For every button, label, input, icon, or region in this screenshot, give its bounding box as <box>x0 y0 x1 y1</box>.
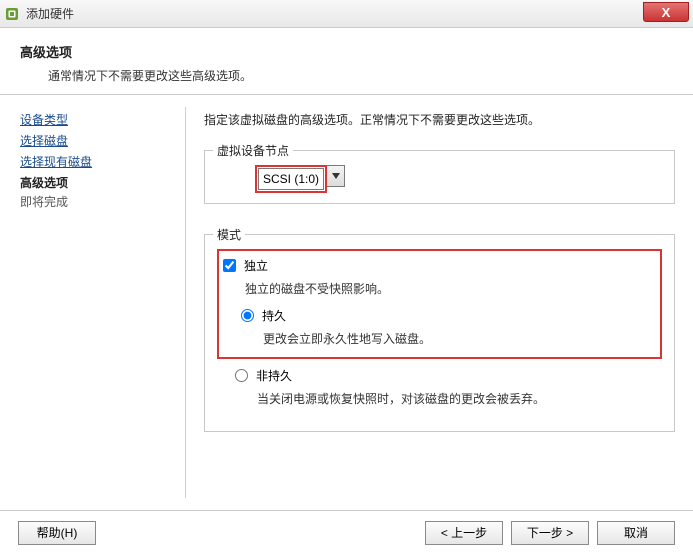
step-select-disk[interactable]: 选择磁盘 <box>20 132 177 149</box>
page-subtitle: 通常情况下不需要更改这些高级选项。 <box>48 67 673 84</box>
page-title: 高级选项 <box>20 42 673 61</box>
window-title: 添加硬件 <box>26 5 74 22</box>
nonpersistent-label: 非持久 <box>256 367 292 384</box>
highlight-box-mode: 独立 独立的磁盘不受快照影响。 持久 更改会立即永久性地写入磁盘。 <box>217 249 662 359</box>
help-button[interactable]: 帮助(H) <box>18 521 96 545</box>
scsi-node-dropdown-arrow[interactable] <box>327 165 345 187</box>
step-ready-complete: 即将完成 <box>20 193 177 210</box>
mode-group: 模式 独立 独立的磁盘不受快照影响。 持久 更改会立即永久性地写入磁盘。 <box>204 234 675 432</box>
content: 设备类型 选择磁盘 选择现有磁盘 高级选项 即将完成 指定该虚拟磁盘的高级选项。… <box>0 95 693 510</box>
chevron-down-icon <box>332 173 340 179</box>
scsi-node-select[interactable]: SCSI (1:0) <box>258 168 324 190</box>
highlight-box-node: SCSI (1:0) <box>255 165 327 193</box>
step-device-type[interactable]: 设备类型 <box>20 111 177 128</box>
close-button[interactable]: X <box>643 2 689 22</box>
instruction-text: 指定该虚拟磁盘的高级选项。正常情况下不需要更改这些选项。 <box>204 111 675 128</box>
persistent-desc: 更改会立即永久性地写入磁盘。 <box>263 330 652 347</box>
mode-legend: 模式 <box>213 226 245 243</box>
nonpersistent-radio[interactable] <box>235 369 248 382</box>
independent-label: 独立 <box>244 257 268 274</box>
scsi-node-value: SCSI (1:0) <box>263 172 319 186</box>
next-button[interactable]: 下一步 > <box>511 521 589 545</box>
persistent-label: 持久 <box>262 307 286 324</box>
app-icon <box>4 6 20 22</box>
independent-desc: 独立的磁盘不受快照影响。 <box>245 280 652 297</box>
step-select-existing[interactable]: 选择现有磁盘 <box>20 153 177 170</box>
main-panel: 指定该虚拟磁盘的高级选项。正常情况下不需要更改这些选项。 虚拟设备节点 SCSI… <box>186 95 693 510</box>
back-button[interactable]: < 上一步 <box>425 521 503 545</box>
persistent-radio[interactable] <box>241 309 254 322</box>
cancel-button[interactable]: 取消 <box>597 521 675 545</box>
node-legend: 虚拟设备节点 <box>213 142 293 159</box>
close-icon: X <box>662 5 671 20</box>
wizard-header: 高级选项 通常情况下不需要更改这些高级选项。 <box>0 28 693 95</box>
wizard-steps: 设备类型 选择磁盘 选择现有磁盘 高级选项 即将完成 <box>0 95 185 510</box>
titlebar: 添加硬件 X <box>0 0 693 28</box>
independent-checkbox[interactable] <box>223 259 236 272</box>
step-advanced-options: 高级选项 <box>20 174 177 191</box>
footer: 帮助(H) < 上一步 下一步 > 取消 <box>0 510 693 554</box>
virtual-device-node-group: 虚拟设备节点 SCSI (1:0) <box>204 150 675 204</box>
nonpersistent-desc: 当关闭电源或恢复快照时，对该磁盘的更改会被丢弃。 <box>257 390 662 407</box>
